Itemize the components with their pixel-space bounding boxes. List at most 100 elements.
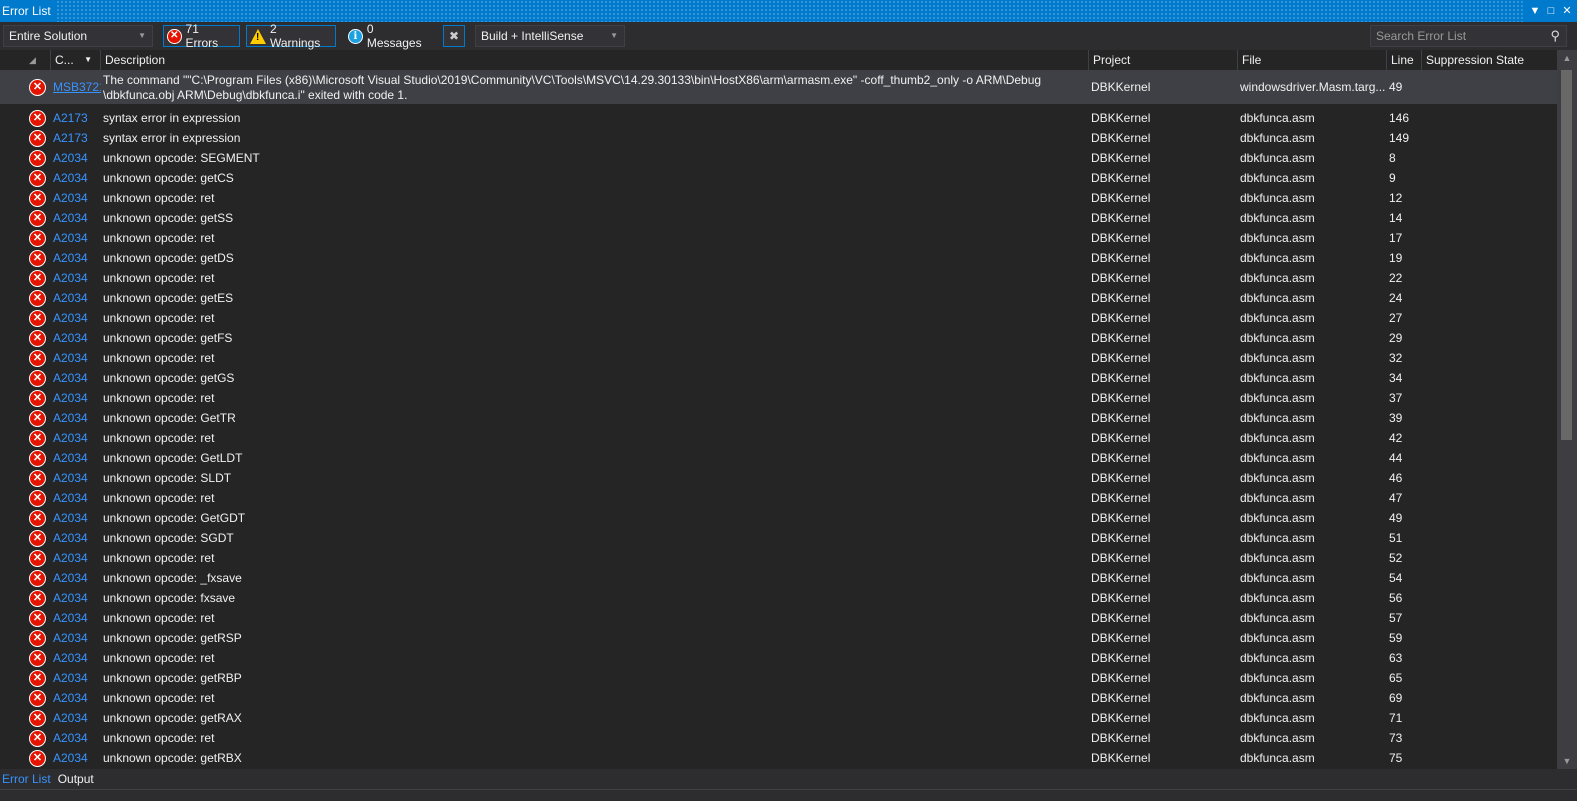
table-row[interactable]: ✕ A2034unknown opcode: ret DBKKernel dbkfun… (0, 548, 1557, 568)
table-row[interactable]: ✕ A2034 unknown opcode: getDS DBKKernel dbkf… (0, 248, 1557, 268)
dropdown-icon[interactable]: ▼ (1529, 5, 1541, 17)
table-row[interactable]: ✕ A2034unknown opcode: ret DBKKernel dbkfun… (0, 188, 1557, 208)
tab-output[interactable]: Output (56, 769, 99, 789)
table-row[interactable]: ✕ A2034 unknown opcode: getRAX DBKKernel dbk… (0, 708, 1557, 728)
close-icon[interactable]: ✕ (1561, 5, 1573, 17)
error-description: unknown opcode: ret (103, 191, 215, 205)
table-row[interactable]: ✕ A2034 unknown opcode: _fxsave DBKKernel db… (0, 568, 1557, 588)
column-header-description[interactable]: Description (100, 50, 1088, 70)
table-row[interactable]: ✕ A2034 unknown opcode: getGS DBKKernel dbkf… (0, 368, 1557, 388)
table-row[interactable]: ✕ A2034 unknown opcode: getSS DBKKernel dbkf… (0, 208, 1557, 228)
error-code-link[interactable]: A2034 (53, 288, 101, 308)
scope-combobox[interactable]: Entire Solution ▼ (3, 25, 153, 47)
error-code-link[interactable]: A2034 (53, 508, 101, 528)
error-file: dbkfunca.asm (1240, 691, 1315, 705)
error-code-link[interactable]: A2034 (53, 548, 101, 568)
error-code-link[interactable]: A2173 (53, 128, 101, 148)
error-code-link[interactable]: A2034 (53, 388, 101, 408)
table-row[interactable]: ✕ A2034 unknown opcode: SEGMENT DBKKernel db… (0, 148, 1557, 168)
error-code-link[interactable]: A2034 (53, 268, 101, 288)
error-code-link[interactable]: A2034 (53, 408, 101, 428)
table-row[interactable]: ✕ A2034 unknown opcode: getRBP DBKKernel dbk… (0, 668, 1557, 688)
table-row[interactable]: ✕ A2034 unknown opcode: GetLDT DBKKernel dbk… (0, 448, 1557, 468)
error-code-link[interactable]: A2034 (53, 348, 101, 368)
error-code-link[interactable]: A2034 (53, 368, 101, 388)
error-code-link[interactable]: A2034 (53, 708, 101, 728)
column-header-project[interactable]: Project (1088, 50, 1237, 70)
vertical-scrollbar[interactable]: ▲ ▼ (1557, 50, 1577, 769)
filter-icon[interactable]: ✖ (443, 25, 465, 47)
table-row[interactable]: ✕ A2034unknown opcode: ret DBKKernel dbkfun… (0, 308, 1557, 328)
table-row[interactable]: ✕ A2034unknown opcode: ret DBKKernel dbkfun… (0, 728, 1557, 748)
error-code-link[interactable]: A2034 (53, 148, 101, 168)
table-row[interactable]: ✕ A2034unknown opcode: ret DBKKernel dbkfun… (0, 268, 1557, 288)
error-code-link[interactable]: A2034 (53, 168, 101, 188)
error-code-link[interactable]: A2034 (53, 228, 101, 248)
table-row[interactable]: ✕ A2034 unknown opcode: GetTR DBKKernel dbkf… (0, 408, 1557, 428)
error-code-link[interactable]: A2034 (53, 748, 101, 768)
search-icon[interactable]: ⚲ (1550, 26, 1560, 46)
error-code-link[interactable]: A2034 (53, 308, 101, 328)
error-code-link[interactable]: A2034 (53, 248, 101, 268)
scroll-down-icon[interactable]: ▼ (1557, 753, 1577, 769)
error-code-link[interactable]: A2034 (53, 728, 101, 748)
column-header-line[interactable]: Line (1386, 50, 1421, 70)
maximize-icon[interactable]: □ (1545, 5, 1557, 17)
table-row[interactable]: ✕ A2034unknown opcode: ret DBKKernel dbkfun… (0, 488, 1557, 508)
search-input[interactable] (1376, 29, 1536, 43)
table-row[interactable]: ✕ A2034unknown opcode: ret DBKKernel dbkfun… (0, 428, 1557, 448)
error-code-link[interactable]: A2034 (53, 488, 101, 508)
column-header-file[interactable]: File (1237, 50, 1386, 70)
error-circle-icon: ✕ (29, 350, 46, 367)
column-header-suppression-state[interactable]: Suppression State (1421, 50, 1557, 70)
table-row[interactable]: ✕ A2173 syntax error in expression DBKKerne… (0, 128, 1557, 148)
table-row[interactable]: ✕ A2034 unknown opcode: SGDT DBKKernel dbkfu… (0, 528, 1557, 548)
table-row[interactable]: ✕ A2034unknown opcode: ret DBKKernel dbkfun… (0, 228, 1557, 248)
error-line: 75 (1389, 751, 1403, 765)
table-row[interactable]: ✕ A2034unknown opcode: ret DBKKernel dbkfun… (0, 608, 1557, 628)
error-code-link[interactable]: A2034 (53, 648, 101, 668)
error-code-link[interactable]: A2034 (53, 188, 101, 208)
table-row[interactable]: ✕ A2034 unknown opcode: getRSP DBKKernel dbk… (0, 628, 1557, 648)
table-row[interactable]: ✕ A2034unknown opcode: ret DBKKernel dbkfun… (0, 648, 1557, 668)
table-row[interactable]: ✕ A2034 unknown opcode: SLDT DBKKernel dbkfu… (0, 468, 1557, 488)
scroll-up-icon[interactable]: ▲ (1557, 50, 1577, 66)
table-row[interactable]: ✕ A2034 unknown opcode: GetGDT DBKKernel dbk… (0, 508, 1557, 528)
table-row[interactable]: ✕ A2173 syntax error in expression DBKKerne… (0, 108, 1557, 128)
table-row[interactable]: ✕ A2034unknown opcode: ret DBKKernel dbkfun… (0, 388, 1557, 408)
scrollbar-thumb[interactable] (1561, 70, 1572, 440)
column-header-category[interactable]: ◢ (25, 50, 50, 70)
error-code-link[interactable]: A2034 (53, 528, 101, 548)
error-code-link[interactable]: A2034 (53, 328, 101, 348)
error-code-link[interactable]: A2034 (53, 588, 101, 608)
error-code-link[interactable]: A2034 (53, 208, 101, 228)
messages-filter-button[interactable]: i 0 Messages (344, 22, 438, 50)
error-code-link[interactable]: A2034 (53, 608, 101, 628)
table-row[interactable]: ✕ A2034unknown opcode: ret DBKKernel dbkfun… (0, 348, 1557, 368)
error-code-link[interactable]: MSB3721 (53, 71, 101, 104)
error-code-link[interactable]: A2034 (53, 628, 101, 648)
table-row[interactable]: ✕ A2034unknown opcode: ret DBKKernel dbkfun… (0, 688, 1557, 708)
table-row[interactable]: ✕ A2034 unknown opcode: getFS DBKKernel dbkf… (0, 328, 1557, 348)
build-mode-combobox[interactable]: Build + IntelliSense ▼ (475, 25, 625, 47)
error-file: dbkfunca.asm (1240, 651, 1315, 665)
error-code-link[interactable]: A2034 (53, 688, 101, 708)
table-row[interactable]: ✕ A2034 unknown opcode: fxsave DBKKernel dbk… (0, 588, 1557, 608)
warnings-filter-button[interactable]: ! 2 Warnings (246, 22, 336, 50)
column-header-code[interactable]: C... ▼ (50, 50, 100, 70)
table-row[interactable]: ✕ A2034 unknown opcode: getES DBKKernel dbkf… (0, 288, 1557, 308)
table-row[interactable]: ✕ MSB3721 The command ""C:\Program Files (… (0, 71, 1557, 104)
error-code-link[interactable]: A2034 (53, 568, 101, 588)
errors-filter-button[interactable]: ✕ 71 Errors (163, 22, 240, 50)
error-code-link[interactable]: A2034 (53, 448, 101, 468)
error-code-link[interactable]: A2034 (53, 468, 101, 488)
search-box[interactable]: ⚲ (1370, 25, 1567, 47)
error-description: unknown opcode: ret (103, 431, 215, 445)
tab-error-list[interactable]: Error List (0, 769, 56, 789)
table-row[interactable]: ✕ A2034 unknown opcode: getCS DBKKernel dbkf… (0, 168, 1557, 188)
table-row[interactable]: ✕ A2034 unknown opcode: getRBX DBKKernel dbk… (0, 748, 1557, 768)
error-code-link[interactable]: A2034 (53, 668, 101, 688)
error-circle-icon: ✕ (29, 590, 46, 607)
error-code-link[interactable]: A2173 (53, 108, 101, 128)
error-code-link[interactable]: A2034 (53, 428, 101, 448)
